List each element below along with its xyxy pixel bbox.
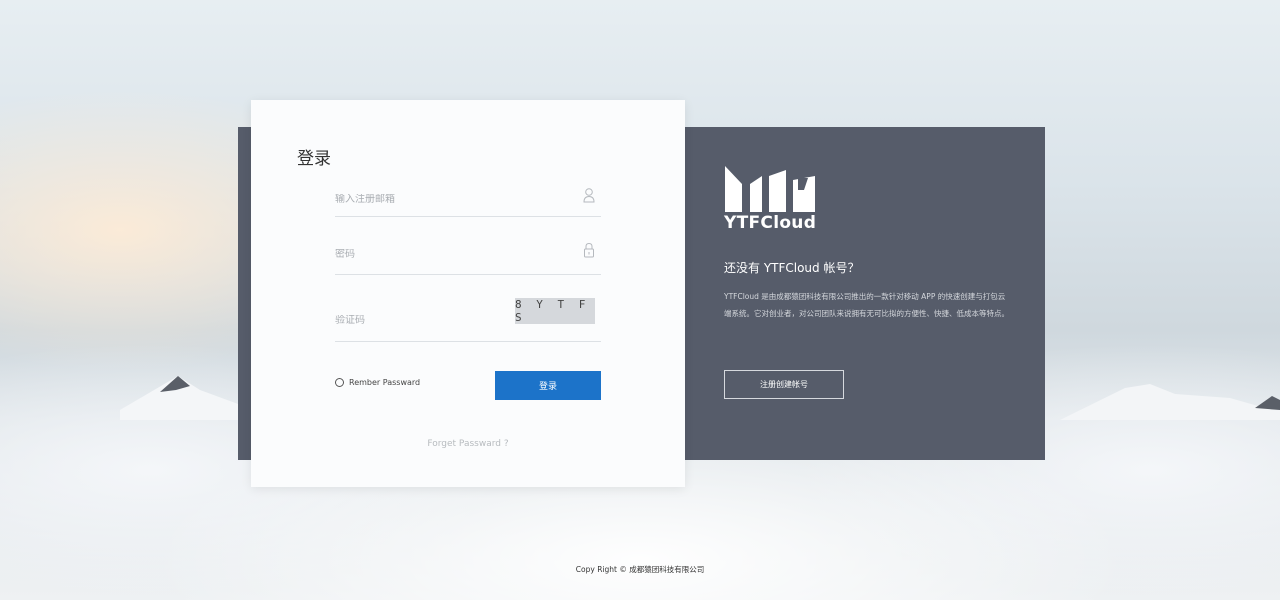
login-title: 登录 (297, 149, 331, 169)
captcha-field: 8 Y T F S (335, 298, 601, 342)
login-button[interactable]: 登录 (495, 371, 601, 400)
forget-password-link[interactable]: Forget Passward ? (251, 439, 685, 449)
ytfcloud-logo-icon (725, 166, 815, 212)
remember-label: Rember Passward (349, 378, 421, 387)
password-input[interactable] (335, 249, 555, 260)
promo-description: YTFCloud 是由成都猿团科技有限公司推出的一款针对移动 APP 的快速创建… (724, 292, 1009, 318)
remember-radio[interactable] (335, 378, 344, 387)
register-button[interactable]: 注册创建帐号 (724, 370, 844, 399)
email-field (335, 187, 601, 217)
remember-password-option[interactable]: Rember Passward (335, 378, 420, 387)
lock-icon (584, 242, 594, 258)
captcha-input[interactable] (335, 315, 495, 326)
user-icon (583, 188, 595, 203)
password-field (335, 242, 601, 275)
email-input[interactable] (335, 194, 555, 205)
logo-text: YTFCloud (724, 213, 817, 233)
captcha-image[interactable]: 8 Y T F S (515, 298, 595, 324)
promo-heading: 还没有 YTFCloud 帐号？ (724, 261, 860, 275)
login-card: 登录 8 Y T F S Rember Passward 登录 Forget P… (251, 100, 685, 487)
copyright-text: Copy Right © 成都猿团科技有限公司 (575, 565, 705, 574)
